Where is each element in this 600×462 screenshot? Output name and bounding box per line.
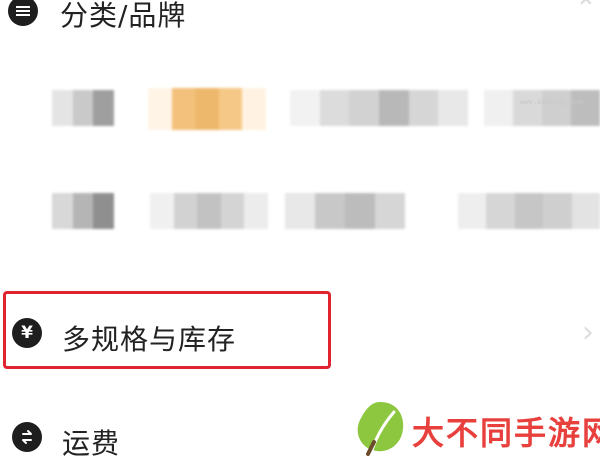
leaf-logo-icon bbox=[357, 402, 404, 456]
category-chip-3[interactable] bbox=[290, 90, 468, 126]
collapse-chevron-icon[interactable]: ⌃ bbox=[575, 0, 597, 22]
shipping-fee-label[interactable]: 运费 bbox=[62, 422, 120, 462]
category-chip-1[interactable] bbox=[52, 90, 114, 126]
list-icon bbox=[8, 0, 38, 26]
specs-inventory-label[interactable]: 多规格与库存 bbox=[62, 318, 236, 358]
category-chip-8[interactable] bbox=[458, 193, 600, 229]
list-icon-glyph bbox=[16, 6, 30, 16]
shipping-fee-icon bbox=[12, 422, 42, 452]
yen-icon: ¥ bbox=[12, 318, 42, 348]
specs-chevron-icon[interactable]: › bbox=[582, 318, 594, 348]
site-watermark: 大不同手游网 bbox=[350, 398, 600, 460]
watermark-text: 大不同手游网 bbox=[412, 414, 600, 452]
category-chip-selected[interactable] bbox=[148, 88, 266, 130]
category-chip-4[interactable] bbox=[484, 90, 600, 126]
watermark-url: www.szdbtgg.com bbox=[520, 98, 584, 106]
category-chip-7[interactable] bbox=[285, 193, 405, 229]
shipping-fee-glyph bbox=[22, 430, 32, 444]
category-brand-label[interactable]: 分类/品牌 bbox=[60, 0, 186, 34]
category-chip-6[interactable] bbox=[150, 193, 268, 229]
category-chip-5[interactable] bbox=[52, 193, 114, 229]
